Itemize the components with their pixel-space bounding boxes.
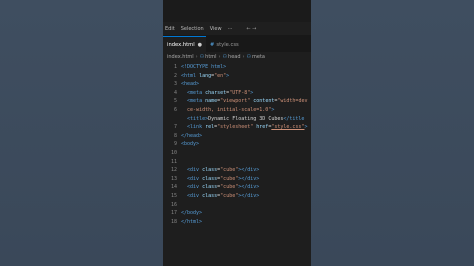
code-line[interactable]: 7 <link rel="stylesheet" href="style.css… (163, 123, 311, 132)
code-line[interactable]: 13 <div class="cube"></div> (163, 175, 311, 184)
code-text: <div class="cube"></div> (187, 175, 260, 182)
line-number: 14 (170, 184, 177, 191)
code-text: ce-width, initial-scale=1.0"> (181, 106, 275, 113)
breadcrumb: index.html › ⚇ html › ⚇ head › ⚇ meta (163, 52, 311, 61)
line-number: 10 (170, 149, 177, 156)
line-number: 4 (173, 89, 177, 96)
line-number: 11 (170, 158, 177, 165)
line-number: 5 (173, 98, 177, 105)
code-editor-window: Edit Selection View ··· ← → index.html ●… (163, 0, 311, 266)
line-number: 16 (170, 201, 177, 208)
code-line[interactable]: 14 <div class="cube"></div> (163, 183, 311, 192)
element-icon: ⚇ (246, 53, 251, 60)
breadcrumb-head[interactable]: head (228, 54, 240, 60)
line-number (163, 115, 181, 124)
code-text: <html lang="en"> (181, 72, 230, 79)
code-line[interactable]: 1 <!DOCTYPE html> (163, 63, 311, 72)
menu-bar: Edit Selection View ··· ← → (163, 22, 311, 35)
nav-arrows-icon[interactable]: ← → (246, 26, 256, 32)
chevron-right-icon: › (218, 53, 221, 60)
code-line[interactable]: 8 </head> (163, 132, 311, 141)
breadcrumb-file[interactable]: index.html (167, 54, 194, 60)
tab-style-css[interactable]: # style.css (206, 37, 243, 52)
menu-selection[interactable]: Selection (181, 26, 204, 32)
code-line[interactable]: 15 <div class="cube"></div> (163, 192, 311, 201)
line-number: 3 (173, 81, 177, 88)
code-text: <div class="cube"></div> (187, 192, 260, 199)
breadcrumb-html[interactable]: html (205, 54, 216, 60)
line-number: 6 (173, 106, 177, 113)
code-text: </html> (181, 218, 203, 225)
menu-edit[interactable]: Edit (165, 26, 175, 32)
code-text: </head> (181, 132, 203, 139)
code-text: <meta name="viewport" content="width=dev (187, 98, 308, 105)
code-text: <body> (181, 141, 200, 148)
code-text: <title>Dynamic Floating 3D Cubes</title (187, 115, 305, 122)
line-number: 9 (173, 141, 177, 148)
code-line[interactable]: 4 <meta charset="UTF-8"> (163, 89, 311, 98)
right-background-panel (311, 0, 474, 266)
line-number: 18 (170, 218, 177, 225)
code-line[interactable]: 12 <div class="cube"></div> (163, 166, 311, 175)
code-text: </body> (181, 210, 203, 217)
menu-view[interactable]: View (210, 26, 222, 32)
code-text: <div class="cube"></div> (187, 167, 260, 174)
tab-bar: index.html ● # style.css (163, 35, 311, 52)
code-text: <head> (181, 81, 200, 88)
code-text: <link rel="stylesheet" href="style.css"> (187, 124, 308, 131)
element-icon: ⚇ (199, 53, 205, 60)
line-number: 15 (170, 192, 177, 199)
tab-label: style.css (216, 41, 239, 48)
code-line[interactable]: 10 (163, 149, 311, 158)
code-text: <meta charset="UTF-8"> (187, 89, 254, 96)
code-text: <!DOCTYPE html> (181, 64, 227, 70)
chevron-right-icon: › (242, 53, 245, 60)
line-number: 8 (173, 132, 177, 139)
code-text: <div class="cube"></div> (187, 184, 260, 191)
code-line[interactable]: 3 <head> (163, 80, 311, 89)
line-number: 1 (173, 64, 177, 70)
menu-more[interactable]: ··· (228, 26, 233, 32)
tab-label: index.html (167, 41, 195, 48)
line-number: 12 (170, 167, 177, 174)
unsaved-dot-icon[interactable]: ● (198, 42, 202, 48)
code-line[interactable]: <title>Dynamic Floating 3D Cubes</title (163, 115, 311, 124)
line-number: 17 (170, 210, 177, 217)
line-number: 7 (173, 124, 177, 131)
code-line[interactable]: 2 <html lang="en"> (163, 72, 311, 81)
code-area[interactable]: 1 <!DOCTYPE html> 2 <html lang="en"> 3 <head>… (163, 61, 311, 226)
title-band (163, 0, 311, 22)
tab-index-html[interactable]: index.html ● (163, 36, 207, 52)
element-icon: ⚇ (222, 53, 228, 60)
line-number: 13 (170, 175, 177, 182)
code-line[interactable]: 6 ce-width, initial-scale=1.0"> (163, 106, 311, 115)
code-line[interactable]: 16 (163, 201, 311, 210)
line-number: 2 (173, 72, 177, 79)
code-line[interactable]: 5 <meta name="viewport" content="width=d… (163, 97, 311, 106)
css-file-icon: # (210, 41, 215, 48)
code-line[interactable]: 18 </html> (163, 218, 311, 227)
chevron-right-icon: › (195, 53, 198, 60)
left-background-panel (0, 0, 163, 266)
breadcrumb-meta[interactable]: meta (252, 54, 265, 60)
code-line[interactable]: 11 (163, 158, 311, 167)
code-line[interactable]: 9 <body> (163, 140, 311, 149)
code-line[interactable]: 17 </body> (163, 209, 311, 218)
